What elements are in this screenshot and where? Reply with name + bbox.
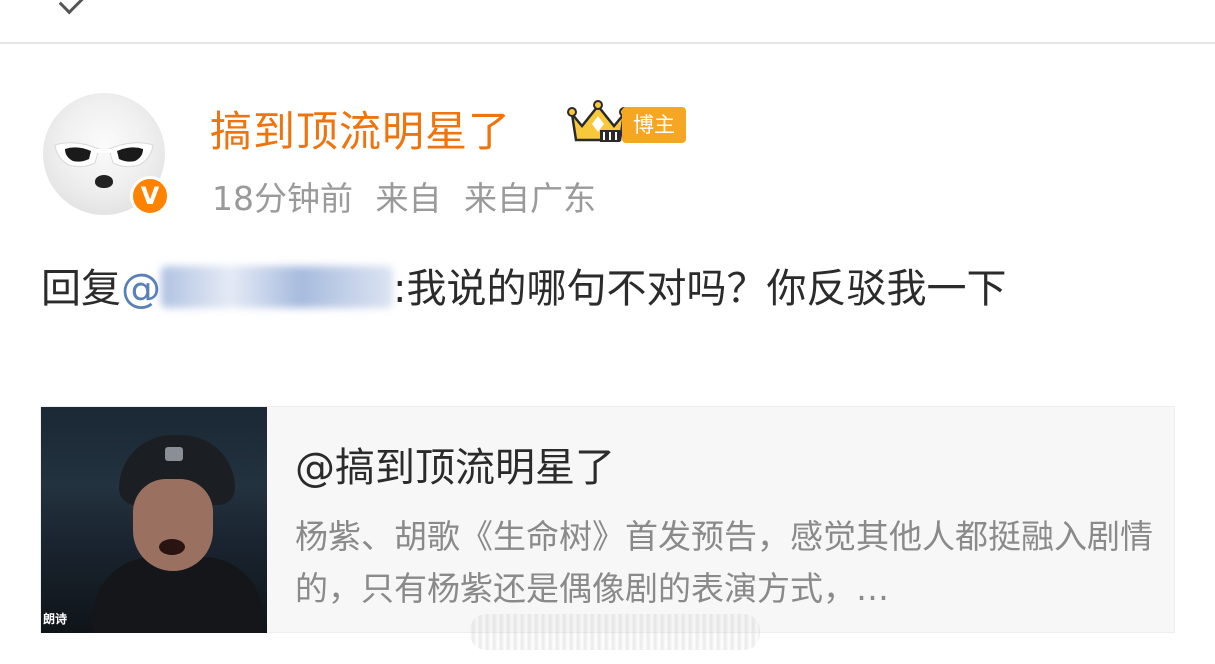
mention-link[interactable]: @ — [121, 266, 393, 312]
crown-level-icon — [567, 100, 629, 142]
dog-nose — [95, 175, 113, 188]
video-thumbnail[interactable]: 朗诗 — [41, 407, 267, 633]
post-time: 18分钟前 — [212, 179, 353, 218]
reply-body: :我说的哪句不对吗？你反驳我一下 — [393, 266, 1007, 312]
mention-at: @ — [121, 266, 161, 312]
header-divider — [0, 42, 1215, 44]
top-navigation-bar — [0, 0, 1215, 42]
reply-prefix: 回复 — [41, 266, 121, 312]
post-meta: 18分钟前 来自 来自广东 — [212, 172, 596, 220]
thumbnail-caption: 朗诗 — [43, 612, 68, 626]
chevron-left-icon[interactable] — [58, 0, 89, 15]
post-source: 来自 来自广东 — [375, 179, 597, 218]
card-title[interactable]: @搞到顶流明星了 — [295, 435, 615, 493]
post-content: 回复@ :我说的哪句不对吗？你反驳我一下 — [41, 258, 1161, 320]
sunglasses-icon — [54, 142, 154, 168]
card-description: 杨紫、胡歌《生命树》首发预告，感觉其他人都挺融入剧情的，只有杨紫还是偶像剧的表演… — [295, 517, 1153, 608]
blogger-badge: 博主 — [622, 107, 686, 143]
watermark — [470, 614, 760, 650]
weibo-post-page: V 搞到顶流明星了 博主 18分钟前 来自 来自广东 回复@ :我说的哪句不对吗？… — [0, 0, 1215, 664]
mention-redacted — [161, 266, 393, 308]
verified-v-icon: V — [130, 176, 170, 216]
author-name[interactable]: 搞到顶流明星了 — [210, 98, 511, 159]
repost-card[interactable]: 朗诗 @搞到顶流明星了 杨紫、胡歌《生命树》首发预告，感觉其他人都挺融入剧情的，… — [40, 406, 1175, 633]
